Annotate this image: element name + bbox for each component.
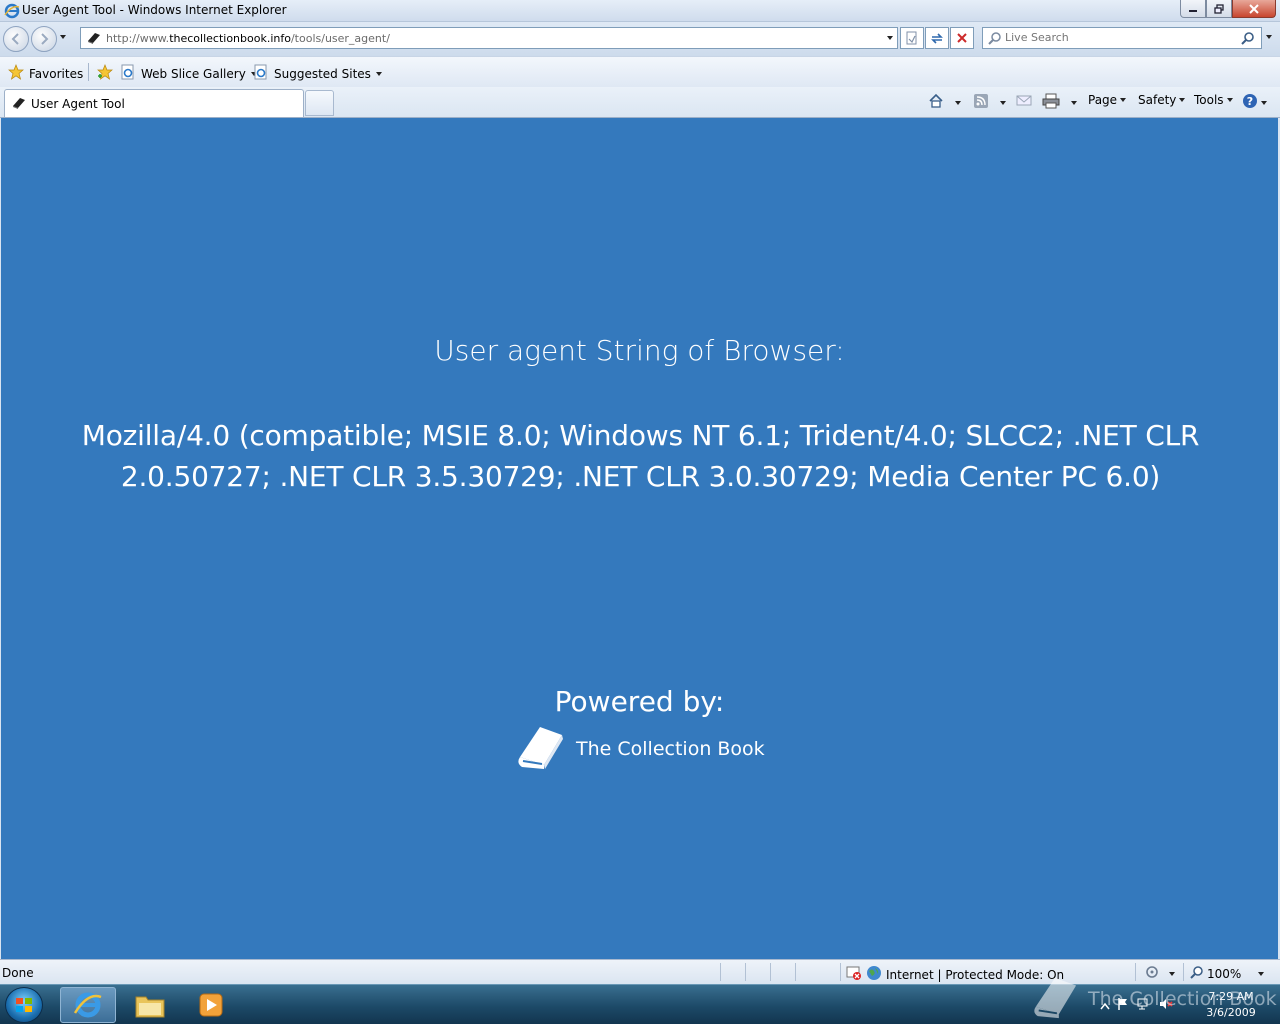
favorites-label: Favorites <box>29 66 84 81</box>
home-dropdown-icon[interactable] <box>955 100 961 105</box>
tab-label: User Agent Tool <box>31 97 125 111</box>
minimize-button[interactable] <box>1180 0 1206 18</box>
page-menu-dropdown-icon <box>1120 98 1127 102</box>
recent-pages-dropdown[interactable] <box>60 35 66 39</box>
taskbar-windows-explorer[interactable] <box>122 987 178 1023</box>
safety-menu[interactable]: Safety <box>1138 93 1186 107</box>
star-icon <box>8 64 24 83</box>
book-logo-icon <box>514 723 566 774</box>
book-icon <box>11 96 27 113</box>
print-dropdown-icon[interactable] <box>1071 100 1077 105</box>
safety-menu-dropdown-icon <box>1179 98 1186 102</box>
book-icon <box>86 31 102 48</box>
help-icon: ? <box>1242 93 1258 112</box>
help-dropdown-icon <box>1261 100 1267 105</box>
watermark-book-icon <box>1030 974 1080 1023</box>
search-box[interactable] <box>982 27 1262 49</box>
close-button[interactable] <box>1232 0 1276 18</box>
home-icon <box>928 93 944 112</box>
page-content: User agent String of Browser: Mozilla/4.… <box>1 118 1278 959</box>
maximize-button[interactable] <box>1206 0 1232 18</box>
ie-page-icon <box>253 64 269 83</box>
brand-link[interactable]: The Collection Book <box>514 723 765 774</box>
search-go-icon[interactable] <box>1241 31 1255 48</box>
tools-menu-dropdown-icon <box>1226 98 1233 102</box>
brand-name: The Collection Book <box>576 737 765 760</box>
search-input[interactable] <box>1005 31 1225 44</box>
address-url: http://www.thecollectionbook.info/tools/… <box>106 32 390 45</box>
new-tab-button[interactable] <box>305 90 334 116</box>
home-button[interactable] <box>928 93 961 112</box>
printer-icon <box>1042 93 1060 112</box>
start-button[interactable] <box>5 987 43 1023</box>
web-slice-gallery-link[interactable]: Web Slice Gallery <box>120 64 257 83</box>
taskbar-media-player[interactable] <box>183 987 239 1023</box>
ie-taskbar-icon <box>73 992 102 1018</box>
tools-menu-label: Tools <box>1194 93 1224 107</box>
powered-by-label: Powered by: <box>554 685 725 718</box>
forward-button[interactable] <box>31 26 57 52</box>
address-bar[interactable]: http://www.thecollectionbook.info/tools/… <box>80 27 898 49</box>
mail-icon <box>1016 93 1032 110</box>
page-heading: User agent String of Browser: <box>434 334 845 367</box>
search-icon <box>988 31 1002 48</box>
safety-menu-label: Safety <box>1138 93 1177 107</box>
status-text: Done <box>2 966 34 980</box>
navigation-bar: http://www.thecollectionbook.info/tools/… <box>0 22 1280 56</box>
watermark: The Collection Book <box>1030 974 1277 1023</box>
ie-icon <box>4 3 20 22</box>
title-bar: User Agent Tool - Windows Internet Explo… <box>0 0 1280 22</box>
search-options-dropdown[interactable] <box>1266 35 1272 39</box>
add-favorite-star-icon <box>96 64 114 83</box>
favorites-button[interactable]: Favorites <box>8 64 83 83</box>
taskbar-internet-explorer[interactable] <box>60 987 116 1023</box>
back-button[interactable] <box>3 26 29 52</box>
stop-button[interactable] <box>950 27 974 49</box>
svg-text:?: ? <box>1247 95 1253 108</box>
media-player-icon <box>199 993 223 1017</box>
suggested-sites-label: Suggested Sites <box>274 66 371 81</box>
tab-bar: User Agent Tool Page Safety Tools ? <box>0 87 1280 118</box>
watermark-text: The Collection Book <box>1088 987 1277 1010</box>
tools-menu[interactable]: Tools <box>1194 93 1233 107</box>
user-agent-string: Mozilla/4.0 (compatible; MSIE 8.0; Windo… <box>81 419 1200 493</box>
add-to-favorites-bar-button[interactable] <box>96 64 114 83</box>
web-slice-gallery-label: Web Slice Gallery <box>141 66 246 81</box>
help-menu[interactable]: ? <box>1242 93 1267 112</box>
suggested-sites-dropdown-icon[interactable] <box>375 71 382 76</box>
windows-logo-icon <box>16 998 32 1012</box>
feeds-dropdown-icon[interactable] <box>1000 100 1006 105</box>
print-button[interactable] <box>1042 93 1077 112</box>
tab-user-agent-tool[interactable]: User Agent Tool <box>4 89 304 117</box>
window-title: User Agent Tool - Windows Internet Explo… <box>22 3 287 17</box>
protected-mode-icon <box>846 965 862 984</box>
feed-icon <box>973 93 989 112</box>
read-mail-button[interactable] <box>1016 93 1032 110</box>
page-menu[interactable]: Page <box>1088 93 1127 107</box>
compatibility-view-button[interactable] <box>900 27 924 49</box>
favorites-bar: Favorites Web Slice Gallery Suggested Si… <box>0 56 1280 87</box>
suggested-sites-link[interactable]: Suggested Sites <box>253 64 382 83</box>
feeds-button[interactable] <box>973 93 1006 112</box>
page-menu-label: Page <box>1088 93 1118 107</box>
folder-icon <box>135 996 165 1018</box>
refresh-button[interactable] <box>925 27 949 49</box>
ie-page-icon <box>120 64 136 83</box>
globe-icon <box>866 965 882 984</box>
address-dropdown-icon[interactable] <box>887 36 893 40</box>
